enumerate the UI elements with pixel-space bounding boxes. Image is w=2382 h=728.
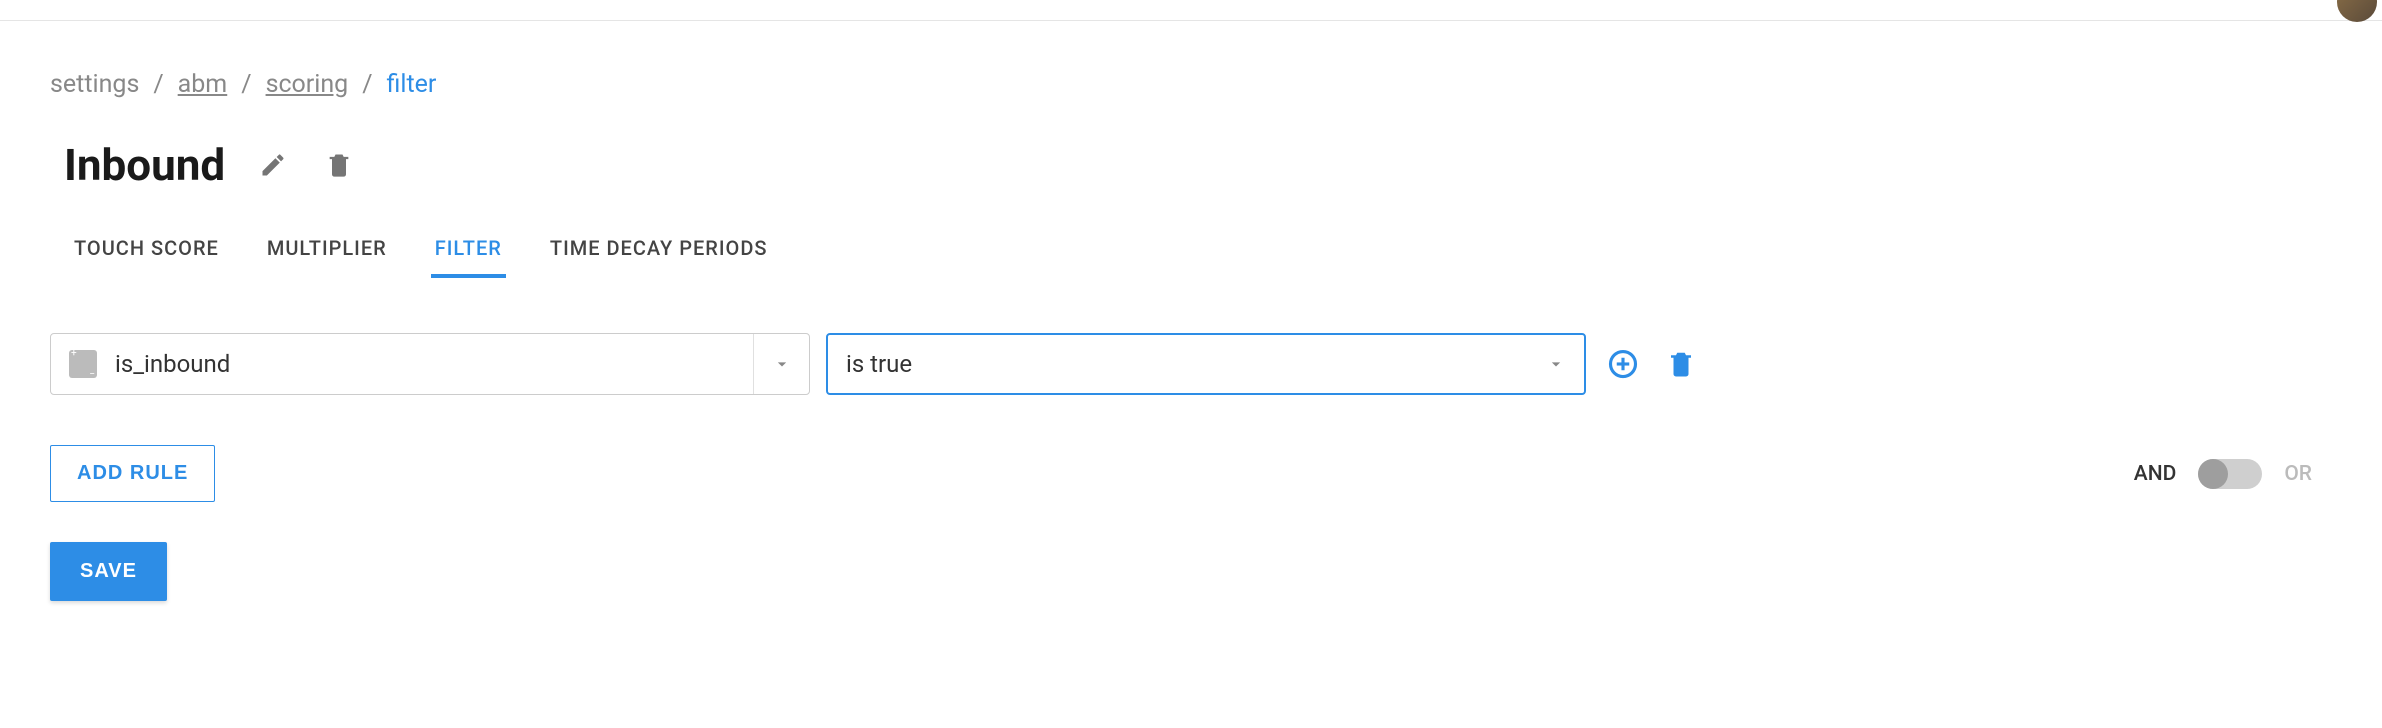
save-button[interactable]: SAVE xyxy=(50,542,167,601)
logic-toggle[interactable] xyxy=(2198,459,2262,489)
page-title: Inbound xyxy=(64,139,225,191)
field-dropdown-toggle[interactable] xyxy=(753,334,809,394)
breadcrumb-filter: filter xyxy=(387,70,437,99)
pencil-icon xyxy=(259,151,287,179)
filter-rule-row: is_inbound is true xyxy=(50,333,2332,395)
delete-button[interactable] xyxy=(321,147,357,183)
filter-operator-value: is true xyxy=(846,350,912,378)
tab-time-decay-periods[interactable]: TIME DECAY PERIODS xyxy=(546,236,772,278)
logic-toggle-group: AND OR xyxy=(2134,459,2312,489)
plus-circle-icon xyxy=(1608,349,1638,379)
breadcrumb-sep: / xyxy=(153,70,163,99)
breadcrumb-sep: / xyxy=(362,70,372,99)
trash-icon xyxy=(325,151,353,179)
tabs: TOUCH SCORE MULTIPLIER FILTER TIME DECAY… xyxy=(50,236,2332,278)
trash-icon xyxy=(1666,349,1696,379)
field-type-icon xyxy=(69,350,97,378)
breadcrumb: settings / abm / scoring / filter xyxy=(50,70,2332,99)
toggle-knob xyxy=(2198,459,2228,489)
operator-dropdown-toggle[interactable] xyxy=(1528,335,1584,393)
add-rule-button[interactable]: ADD RULE xyxy=(50,445,215,502)
filter-operator-select[interactable]: is true xyxy=(826,333,1586,395)
edit-button[interactable] xyxy=(255,147,291,183)
breadcrumb-abm[interactable]: abm xyxy=(178,70,228,99)
tab-touch-score[interactable]: TOUCH SCORE xyxy=(70,236,223,278)
chevron-down-icon xyxy=(1546,354,1566,374)
filter-field-value: is_inbound xyxy=(115,350,230,378)
breadcrumb-settings: settings xyxy=(50,70,139,99)
chevron-down-icon xyxy=(772,354,792,374)
logic-or-label: OR xyxy=(2284,462,2312,486)
logic-and-label: AND xyxy=(2134,462,2177,486)
breadcrumb-scoring[interactable]: scoring xyxy=(266,70,349,99)
filter-field-select[interactable]: is_inbound xyxy=(50,333,810,395)
tab-filter[interactable]: FILTER xyxy=(431,236,506,278)
breadcrumb-sep: / xyxy=(241,70,251,99)
delete-condition-button[interactable] xyxy=(1660,343,1702,385)
add-condition-button[interactable] xyxy=(1602,343,1644,385)
tab-multiplier[interactable]: MULTIPLIER xyxy=(263,236,391,278)
